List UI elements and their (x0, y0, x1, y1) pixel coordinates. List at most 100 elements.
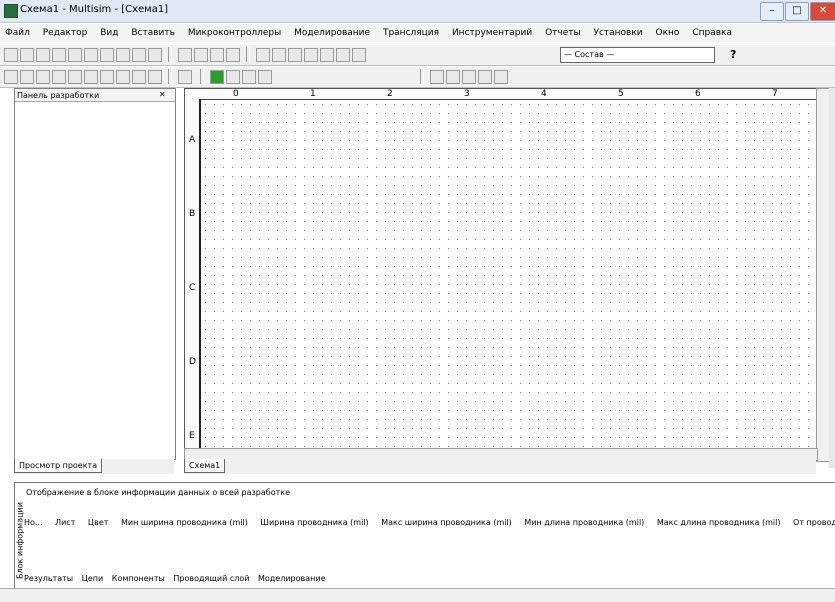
col-label: 3 (464, 89, 470, 99)
menu-bar: Файл Редактор Вид Вставить Микроконтролл… (0, 24, 835, 42)
col-label: 2 (387, 89, 393, 99)
tab-copper-layers[interactable]: Проводящий слой (173, 574, 249, 583)
new-icon[interactable] (4, 48, 18, 62)
menu-view[interactable]: Вид (100, 24, 118, 42)
undo-icon[interactable] (132, 48, 146, 62)
column-header[interactable]: Лист (55, 518, 75, 527)
toolbar-standard: — Состав — ? (0, 44, 835, 66)
horizontal-border-ruler: 0 1 2 3 4 5 6 7 (185, 89, 817, 100)
menu-insert[interactable]: Вставить (131, 24, 175, 42)
menu-reports[interactable]: Отчеты (545, 24, 581, 42)
menu-window[interactable]: Окно (656, 24, 680, 42)
spreadsheet-icon[interactable] (272, 48, 286, 62)
menu-simulate[interactable]: Моделирование (294, 24, 370, 42)
database-icon[interactable] (288, 48, 302, 62)
paste-icon[interactable] (116, 48, 130, 62)
basic-icon[interactable] (20, 70, 34, 84)
pause-icon[interactable] (226, 70, 240, 84)
column-header[interactable]: Мин длина проводника (mil) (524, 518, 644, 527)
function-generator-icon[interactable] (446, 70, 460, 84)
wattmeter-icon[interactable] (462, 70, 476, 84)
analog-icon[interactable] (68, 70, 82, 84)
net-table-header: Но... Лист Цвет Мин ширина проводника (m… (24, 518, 835, 532)
save-icon[interactable] (36, 48, 50, 62)
row-label: C (189, 283, 196, 293)
status-bar (0, 588, 835, 602)
postprocessor-icon[interactable] (320, 48, 334, 62)
column-header[interactable]: От провода (793, 518, 835, 527)
transistor-icon[interactable] (52, 70, 66, 84)
grapher-icon[interactable] (256, 48, 270, 62)
menu-options[interactable]: Установки (593, 24, 642, 42)
close-button[interactable]: ✕ (810, 2, 835, 21)
menu-mcu[interactable]: Микроконтроллеры (188, 24, 281, 42)
schematic-canvas[interactable]: 0 1 2 3 4 5 6 7 A B C D E (184, 88, 818, 450)
col-label: 1 (310, 89, 316, 99)
help-button[interactable]: ? (730, 48, 736, 61)
row-label: D (189, 357, 196, 367)
print-icon[interactable] (52, 48, 66, 62)
tab-components[interactable]: Компоненты (112, 574, 165, 583)
spreadsheet-tabs: Результаты Цепи Компоненты Проводящий сл… (24, 574, 326, 586)
cut-icon[interactable] (84, 48, 98, 62)
open-icon[interactable] (20, 48, 34, 62)
col-label: 6 (695, 89, 701, 99)
cmos-icon[interactable] (100, 70, 114, 84)
window-title: Схема1 - Multisim - [Схема1] (20, 4, 169, 15)
run-icon[interactable] (210, 70, 224, 84)
bus-icon[interactable] (178, 70, 192, 84)
panel-close-icon[interactable]: ✕ (159, 90, 166, 99)
zoom-fit-icon[interactable] (226, 48, 240, 62)
indicator-icon[interactable] (132, 70, 146, 84)
preview-icon[interactable] (68, 48, 82, 62)
menu-tools[interactable]: Инструментарий (452, 24, 532, 42)
column-header[interactable]: Макс длина проводника (mil) (657, 518, 781, 527)
tab-nets[interactable]: Цепи (82, 574, 104, 583)
maximize-button[interactable]: □ (785, 2, 809, 21)
spreadsheet-side-label: Блок информации (15, 502, 25, 579)
vertical-border-ruler: A B C D E (185, 99, 201, 449)
tab-results[interactable]: Результаты (24, 574, 73, 583)
multimeter-icon[interactable] (430, 70, 444, 84)
oscilloscope-icon[interactable] (478, 70, 492, 84)
tab-simulation[interactable]: Моделирование (258, 574, 326, 583)
minimize-button[interactable]: – (760, 2, 784, 21)
diode-icon[interactable] (36, 70, 50, 84)
column-header[interactable]: Мин ширина проводника (mil) (121, 518, 248, 527)
menu-transfer[interactable]: Трансляция (383, 24, 439, 42)
title-bar: Схема1 - Multisim - [Схема1] – □ ✕ (0, 0, 835, 23)
toolbar-components (0, 66, 835, 88)
panel-tab-strip: Просмотр проекта (14, 459, 174, 474)
column-header[interactable]: Макс ширина проводника (mil) (381, 518, 512, 527)
redo-icon[interactable] (148, 48, 162, 62)
column-header[interactable]: Ширина проводника (mil) (260, 518, 368, 527)
menu-edit[interactable]: Редактор (43, 24, 88, 42)
erc-icon[interactable] (336, 48, 350, 62)
zoom-area-icon[interactable] (210, 48, 224, 62)
zoom-in-icon[interactable] (178, 48, 192, 62)
instruments-toolbar (829, 88, 835, 468)
backannotate-icon[interactable] (352, 48, 366, 62)
mcu-icon[interactable] (116, 70, 130, 84)
menu-file[interactable]: Файл (5, 24, 30, 42)
column-header[interactable]: Но... (24, 518, 43, 527)
source-icon[interactable] (4, 70, 18, 84)
stop-icon[interactable] (242, 70, 256, 84)
col-label: 0 (233, 89, 239, 99)
ttl-icon[interactable] (84, 70, 98, 84)
col-label: 7 (772, 89, 778, 99)
app-icon (4, 4, 18, 18)
zoom-out-icon[interactable] (194, 48, 208, 62)
bode-plotter-icon[interactable] (494, 70, 508, 84)
column-header[interactable]: Цвет (88, 518, 109, 527)
copy-icon[interactable] (100, 48, 114, 62)
power-icon[interactable] (148, 70, 162, 84)
in-use-list-combo[interactable]: — Состав — (560, 47, 715, 63)
tab-project-view[interactable]: Просмотр проекта (14, 459, 103, 473)
component-icon[interactable] (304, 48, 318, 62)
probe-icon[interactable] (258, 70, 272, 84)
panel-title: Панель разработки (15, 89, 175, 102)
menu-help[interactable]: Справка (692, 24, 732, 42)
col-label: 5 (618, 89, 624, 99)
tab-sheet[interactable]: Схема1 (184, 459, 226, 473)
